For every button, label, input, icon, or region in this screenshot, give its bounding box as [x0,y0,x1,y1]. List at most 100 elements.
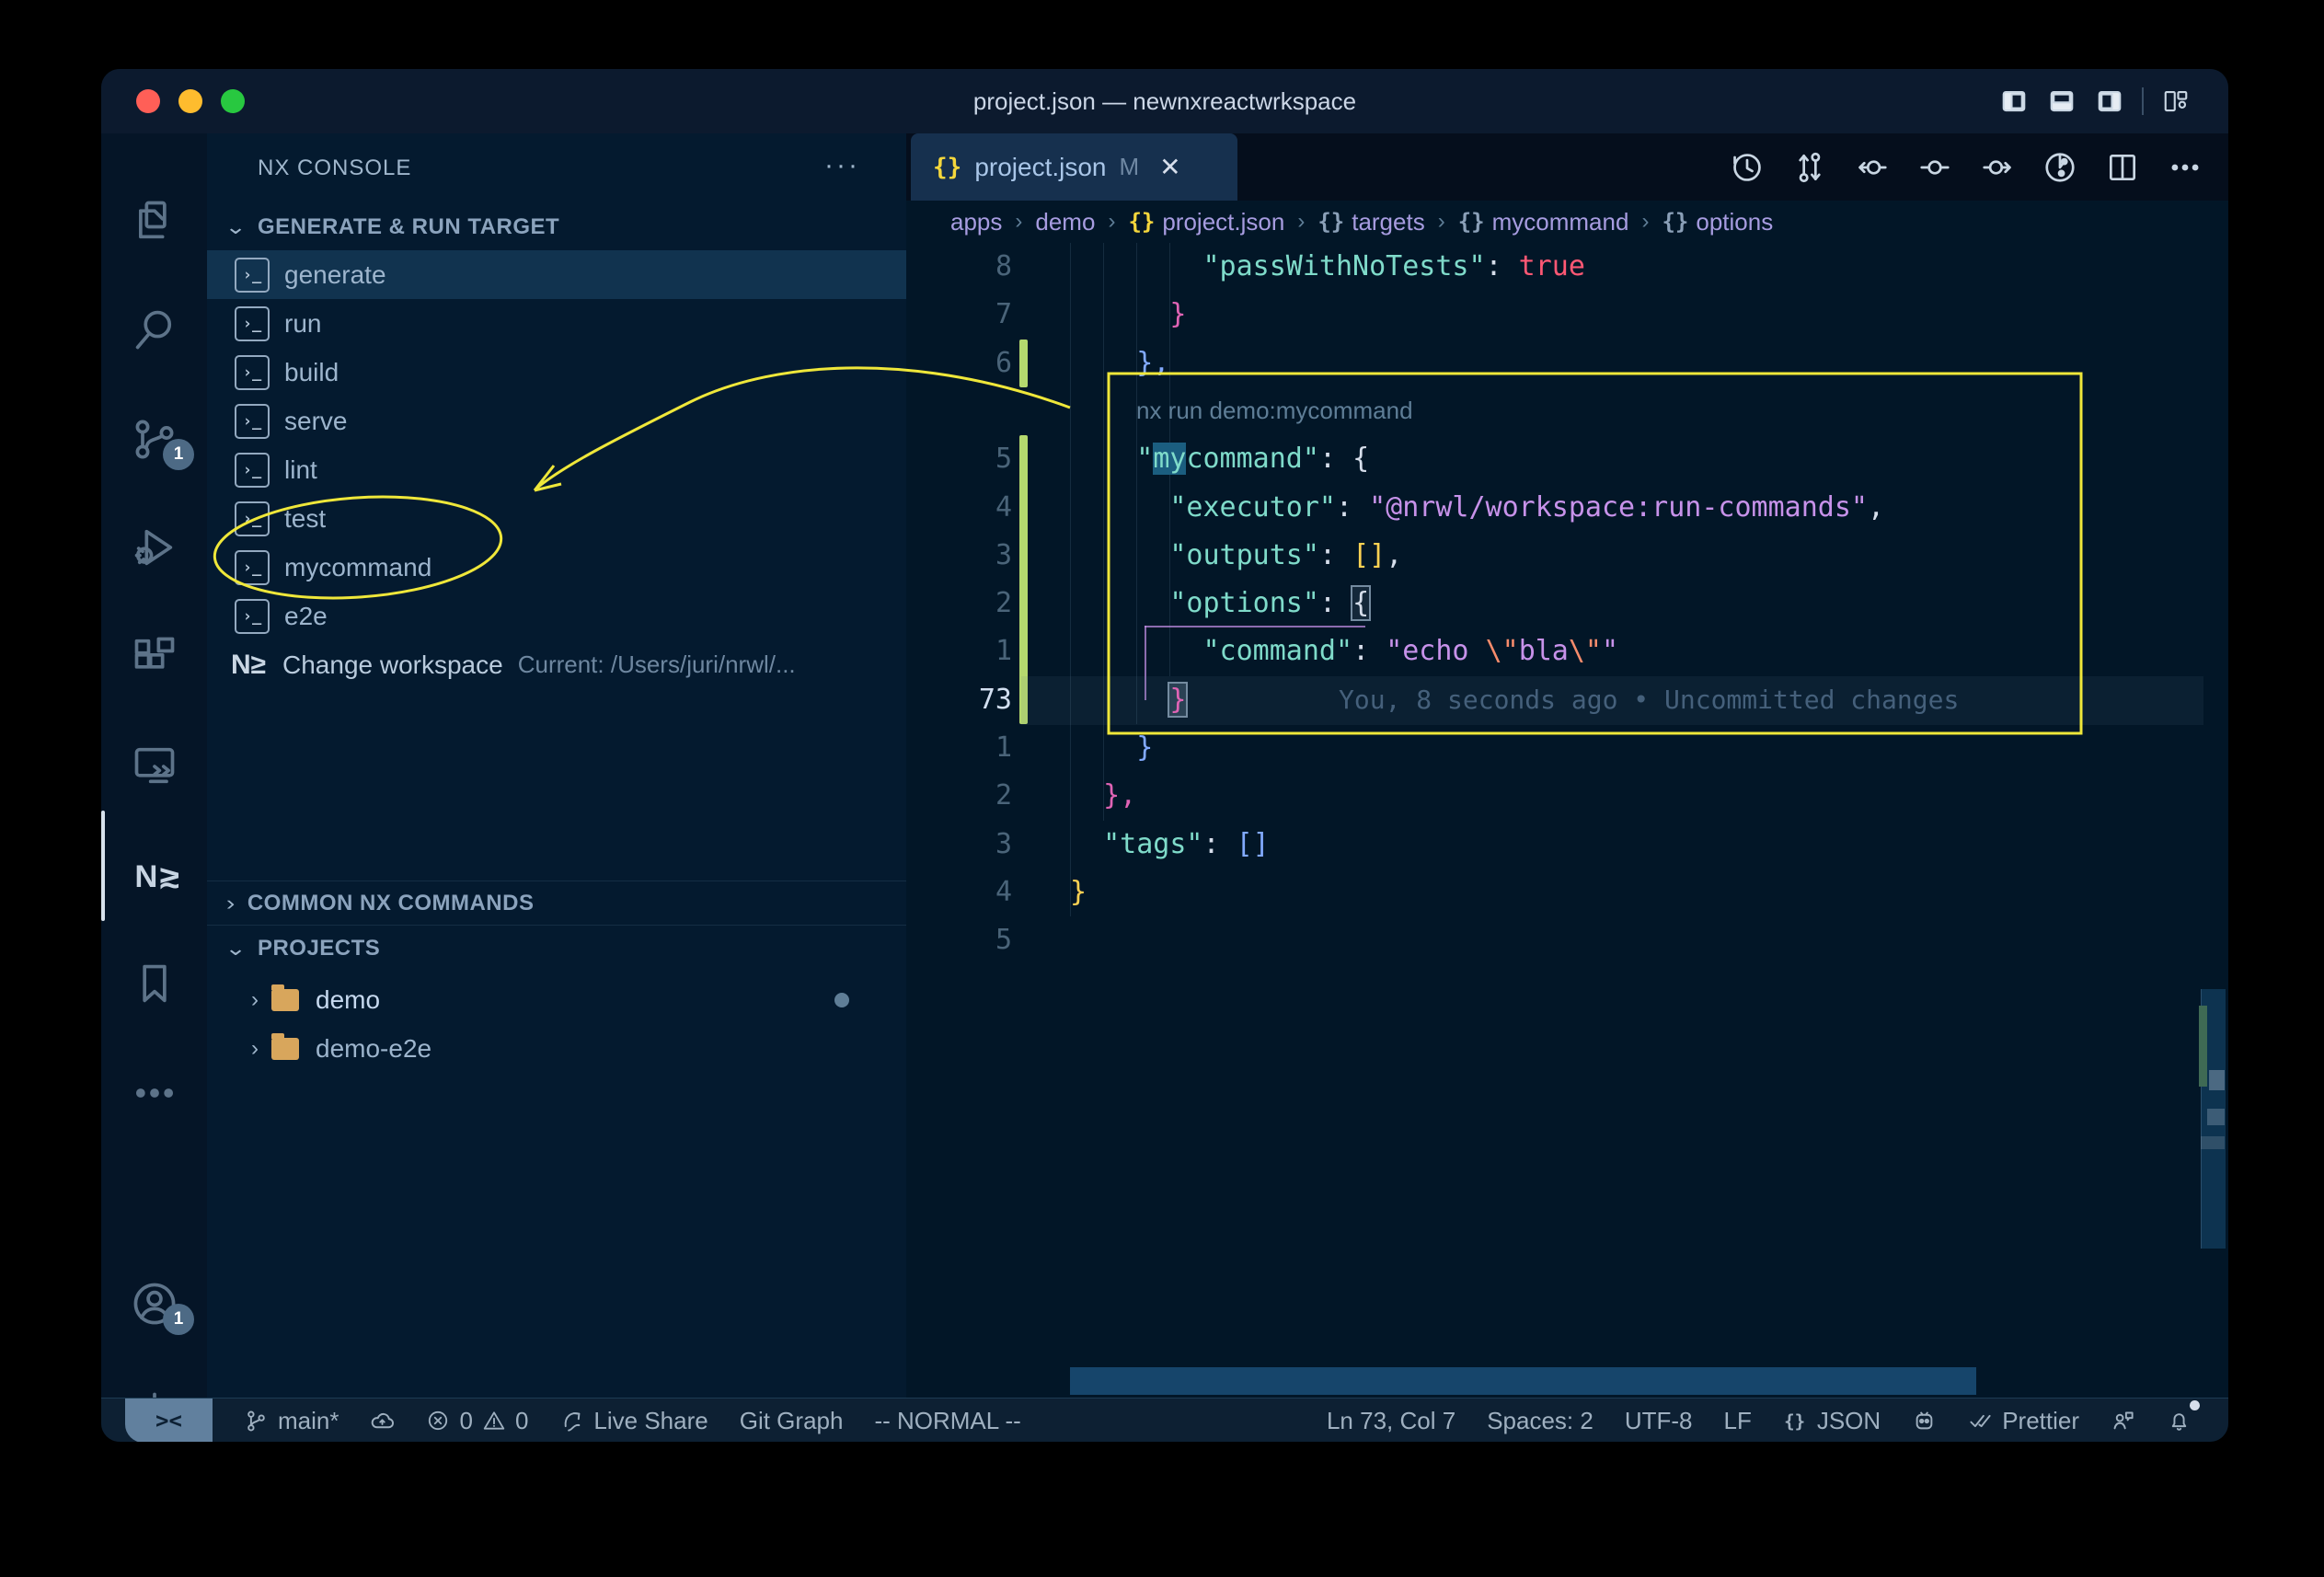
line-number: 2 [911,772,1012,821]
code-token: "@nrwl/workspace:run-commands" [1369,491,1868,524]
tab-filename: project.json [974,153,1106,182]
section-header-projects[interactable]: ⌄PROJECTS [207,928,906,969]
activity-item-search[interactable] [101,283,207,375]
explorer-icon [131,197,178,245]
activity-item-extensions[interactable] [101,611,207,703]
activity-item-nx-console[interactable]: N≳ [101,829,207,921]
target-item-run[interactable]: ›_run [207,299,906,348]
code-line: "command": "echo \"bla\"" [1070,627,1618,676]
sidebar-more-actions[interactable]: ··· [824,133,860,202]
status-language-mode[interactable]: {}JSON [1783,1407,1881,1435]
target-item-build[interactable]: ›_build [207,348,906,397]
status-remote-indicator[interactable]: >< [125,1399,213,1442]
breadcrumb-item-demo[interactable]: demo [1035,208,1095,236]
breadcrumb-item-apps[interactable]: apps [950,208,1002,236]
tab-close-icon[interactable]: ✕ [1159,152,1180,182]
title-bar: project.json — newnxreactwrkspace [101,69,2228,133]
next-change-icon[interactable] [1980,150,2015,185]
activity-item-run-debug[interactable] [101,501,207,593]
target-item-mycommand[interactable]: ›_mycommand [207,543,906,592]
breadcrumb-label: targets [1352,208,1425,236]
section-title: GENERATE & RUN TARGET [258,214,559,240]
activity-item-explorer[interactable] [101,175,207,267]
more-actions-icon[interactable] [2168,150,2203,185]
file-history-icon[interactable] [2042,150,2077,185]
line-number: 6 [911,340,1012,388]
code-token: } [1169,298,1186,330]
code-token: { [1352,443,1369,475]
previous-change-icon[interactable] [1855,150,1890,185]
status-extension-robot[interactable] [1912,1409,1937,1433]
git-blame-annotation: You, 8 seconds ago • Uncommitted changes [1339,676,1959,725]
code-token: "command" [1203,635,1353,667]
change-icon[interactable] [1917,150,1952,185]
status-notifications[interactable] [2167,1409,2201,1433]
target-item-serve[interactable]: ›_serve [207,397,906,445]
nx-logo-icon: N≥ [231,650,273,681]
chevron-right-icon: › [251,987,259,1013]
change-workspace-item[interactable]: N≥Change workspaceCurrent: /Users/juri/n… [207,640,906,689]
history-icon[interactable] [1730,150,1765,185]
object-icon: {} [1458,209,1485,235]
code-token [1070,731,1136,764]
project-item-demo-e2e[interactable]: ›demo-e2e [207,1024,906,1073]
target-label: serve [284,407,347,436]
terminal-icon: ›_ [235,550,270,585]
code-token: [] [1352,539,1386,571]
status-git-branch[interactable]: main* [244,1407,339,1435]
status-problems[interactable]: 00 [426,1407,528,1435]
status-prettier[interactable]: Prettier [1968,1407,2079,1435]
run-debug-icon [131,524,178,571]
target-item-e2e[interactable]: ›_e2e [207,592,906,640]
breadcrumb-item-options[interactable]: {}options [1662,208,1773,236]
code-lens-run-command[interactable]: nx run demo:mycommand [1136,387,1413,436]
toggle-panel-icon[interactable] [2046,87,2077,115]
breadcrumb-item-mycommand[interactable]: {}mycommand [1458,208,1629,236]
status-eol[interactable]: LF [1724,1407,1752,1435]
remote-explorer-icon [131,742,178,789]
tab-project-json[interactable]: {} project.json M ✕ [911,133,1237,201]
horizontal-scrollbar[interactable] [1070,1367,1976,1395]
code-token: true [1519,250,1585,282]
terminal-icon: ›_ [235,258,270,293]
status-cursor-position[interactable]: Ln 73, Col 7 [1327,1407,1455,1435]
activity-item-accounts[interactable]: 1 [101,1258,207,1350]
code-token: : [1319,443,1352,475]
project-item-demo[interactable]: ›demo [207,975,906,1024]
code-token: "passWithNoTests" [1070,250,1486,282]
status-indentation[interactable]: Spaces: 2 [1487,1407,1593,1435]
activity-item-source-control[interactable]: 1 [101,393,207,485]
target-item-lint[interactable]: ›_lint [207,445,906,494]
split-editor-icon[interactable] [2105,150,2140,185]
toggle-secondary-sidebar-icon[interactable] [2094,87,2125,115]
status-bar-left: >< main* 00 Live Share Git Graph -- NORMAL -- [125,1399,1021,1442]
breadcrumb-item-project-json[interactable]: {}project.json [1128,208,1284,236]
compare-changes-icon[interactable] [1792,150,1827,185]
section-header-common-nx-commands[interactable]: ›COMMON NX COMMANDS [207,883,906,924]
project-status-dot [834,993,849,1007]
activity-item-bookmarks[interactable] [101,938,207,1030]
code-token: , [1386,539,1402,571]
status-sync[interactable] [370,1409,395,1433]
terminal-icon: ›_ [235,501,270,536]
json-file-icon: {} [1128,209,1155,235]
breadcrumb-item-targets[interactable]: {}targets [1317,208,1424,236]
status-encoding[interactable]: UTF-8 [1625,1407,1693,1435]
status-vim-mode[interactable]: -- NORMAL -- [874,1407,1020,1435]
line-number: 2 [911,580,1012,628]
target-item-generate[interactable]: ›_generate [207,250,906,299]
status-live-share[interactable]: Live Share [559,1407,708,1435]
activity-bar: 1N≳11 [101,133,207,1398]
line-number: 5 [911,435,1012,484]
target-item-test[interactable]: ›_test [207,494,906,543]
activity-item-remote-explorer[interactable] [101,719,207,812]
customize-layout-icon[interactable] [2160,87,2192,115]
status-git-graph[interactable]: Git Graph [740,1407,844,1435]
status-feedback[interactable] [2111,1409,2135,1433]
activity-item-more-views[interactable] [101,1047,207,1139]
section-header-generate-run-target[interactable]: ⌄GENERATE & RUN TARGET [207,207,906,247]
code-token: \" [1569,635,1602,667]
toggle-primary-sidebar-icon[interactable] [1998,87,2030,115]
folder-icon [271,1038,299,1060]
code-token [1070,347,1136,379]
